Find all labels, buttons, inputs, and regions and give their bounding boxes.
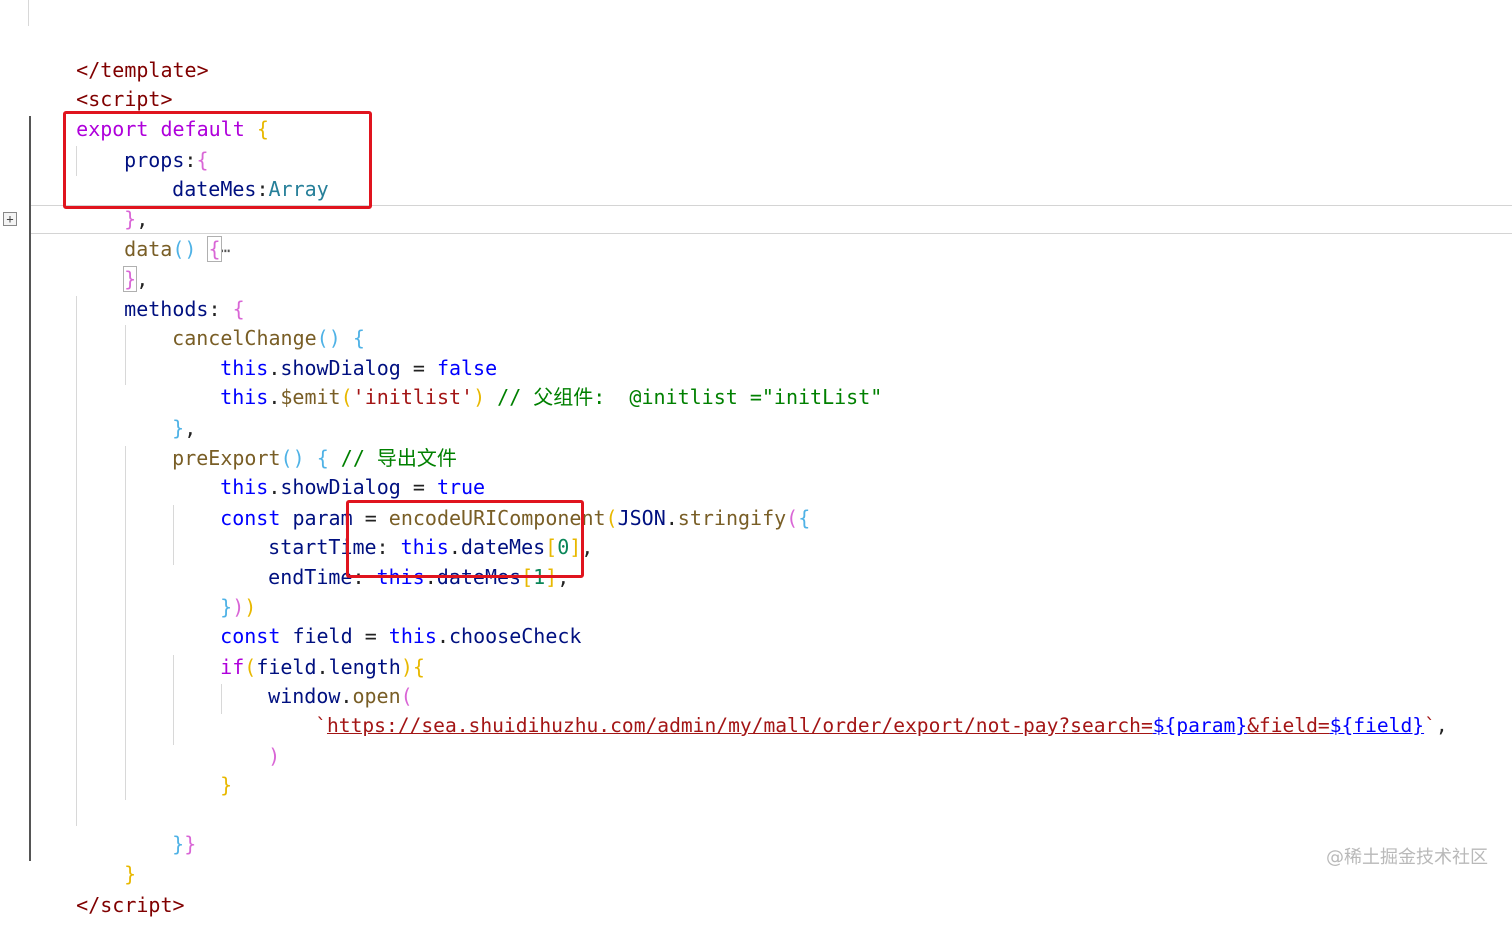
code-line[interactable]: this.showDialog = false bbox=[172, 323, 497, 380]
paren: ( bbox=[340, 385, 353, 409]
brace: { bbox=[798, 506, 811, 530]
tag-name: script bbox=[100, 893, 173, 917]
template-expression: ${field} bbox=[1329, 714, 1425, 737]
string-literal: 'initlist' bbox=[352, 385, 474, 409]
code-editor[interactable]: + </template> <script> export default { … bbox=[0, 0, 1512, 917]
code-line[interactable]: if(field.length){ bbox=[172, 622, 425, 679]
fold-divider-bottom bbox=[30, 233, 1512, 234]
code-line[interactable]: const field = this.chooseCheck bbox=[172, 591, 581, 648]
code-line[interactable]: window.open( bbox=[220, 651, 413, 708]
this-keyword: this bbox=[220, 385, 269, 409]
code-line[interactable]: </script> bbox=[28, 860, 184, 917]
code-line[interactable]: methods: { bbox=[76, 264, 244, 321]
brace-collapsed: { bbox=[207, 236, 222, 262]
code-line[interactable]: this.$emit('initlist') // 父组件: @initlist… bbox=[172, 352, 882, 409]
code-line[interactable]: } bbox=[172, 740, 232, 797]
highlight-box-props bbox=[63, 111, 372, 209]
code-line[interactable]: }} bbox=[124, 799, 196, 856]
code-line[interactable]: }, bbox=[124, 383, 196, 440]
comment: // 父组件: @initlist ="initList" bbox=[497, 385, 883, 409]
code-line[interactable]: </template> bbox=[28, 25, 208, 82]
brace: { bbox=[412, 655, 425, 679]
indent-guide-active bbox=[29, 116, 31, 861]
object: JSON bbox=[617, 506, 666, 530]
paren: ) bbox=[268, 744, 281, 768]
paren: ) bbox=[473, 385, 486, 409]
code-line[interactable]: const param = encodeURIComponent(JSON.st… bbox=[172, 473, 810, 530]
property-key: endTime bbox=[268, 565, 353, 589]
template-tick: ` bbox=[315, 714, 327, 737]
tag-bracket: > bbox=[196, 58, 209, 82]
indent-guide bbox=[76, 296, 77, 826]
watermark: @稀土掘金技术社区 bbox=[1326, 847, 1488, 868]
dot: . bbox=[436, 624, 449, 648]
template-tick: ` bbox=[1424, 714, 1436, 737]
brace: } bbox=[220, 773, 233, 797]
code-line[interactable]: } bbox=[76, 829, 136, 886]
fold-expand-icon[interactable]: + bbox=[3, 212, 17, 226]
function-name: $emit bbox=[280, 385, 341, 409]
code-line[interactable]: cancelChange() { bbox=[124, 293, 365, 350]
function-name: stringify bbox=[677, 506, 787, 530]
url-string[interactable]: https://sea.shuidihuzhu.com/admin/my/mal… bbox=[327, 714, 1153, 737]
code-line[interactable]: ) bbox=[220, 711, 280, 768]
brace: } bbox=[172, 832, 185, 856]
paren: ( bbox=[786, 506, 799, 530]
code-line[interactable]: `https://sea.shuidihuzhu.com/admin/my/ma… bbox=[268, 681, 1447, 737]
dot: . bbox=[268, 385, 281, 409]
code-line[interactable]: })) bbox=[172, 562, 256, 619]
dot: . bbox=[665, 506, 678, 530]
indent-guide bbox=[28, 0, 29, 26]
collapsed-ellipsis-icon[interactable]: ⋯ bbox=[221, 241, 231, 260]
comma: , bbox=[1435, 714, 1448, 737]
brace: } bbox=[184, 832, 197, 856]
code-line[interactable]: }, bbox=[76, 234, 148, 292]
code-line[interactable]: <script> bbox=[28, 54, 172, 111]
parens: () bbox=[172, 237, 197, 261]
code-line[interactable]: this.showDialog = true bbox=[172, 442, 485, 499]
code-line[interactable]: export default { bbox=[28, 84, 269, 141]
paren: ( bbox=[605, 506, 618, 530]
url-string[interactable]: &field= bbox=[1247, 714, 1330, 737]
code-line[interactable]: preExport() { // 导出文件 bbox=[124, 413, 457, 470]
template-expression: ${param} bbox=[1152, 714, 1248, 737]
highlight-box-datemes bbox=[346, 500, 584, 578]
property: chooseCheck bbox=[449, 624, 582, 648]
tag-bracket: </ bbox=[76, 893, 101, 917]
tag-bracket: > bbox=[172, 893, 185, 917]
